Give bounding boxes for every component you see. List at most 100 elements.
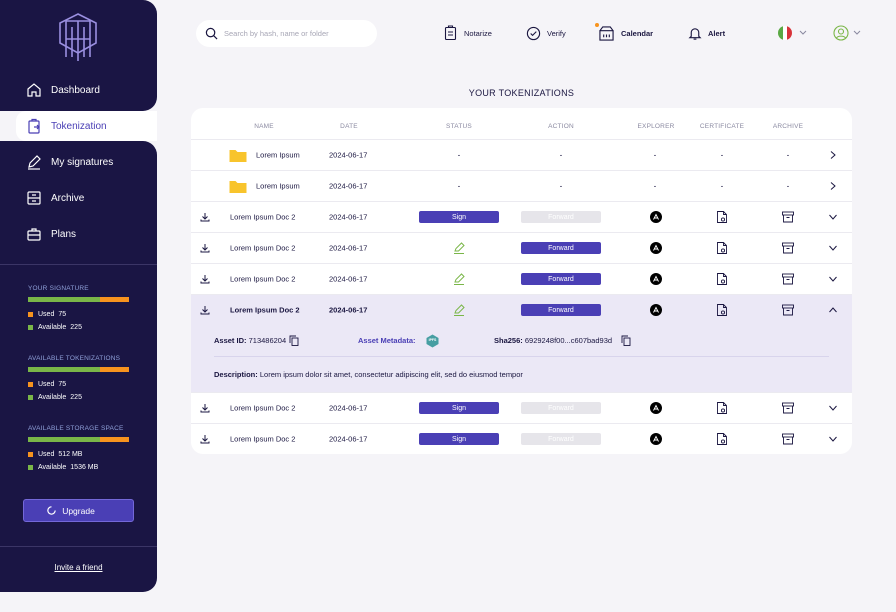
page-title: YOUR TOKENIZATIONS (468, 88, 575, 98)
sign-button[interactable]: Sign (419, 211, 499, 223)
forward-button[interactable]: Forward (521, 304, 601, 316)
asset-metadata-label: Asset Metadata: (358, 336, 416, 345)
refresh-icon (47, 506, 56, 515)
archive-box-icon[interactable] (782, 242, 794, 254)
legend-available: Available 225 (28, 392, 138, 402)
nav-my-signatures[interactable]: My signatures (0, 147, 157, 177)
download-icon[interactable] (200, 243, 210, 253)
verify-button[interactable]: Verify (526, 24, 566, 42)
explorer-icon[interactable] (650, 242, 662, 254)
download-icon[interactable] (200, 434, 210, 444)
row-name: Lorem Ipsum (256, 181, 300, 191)
briefcase-icon (27, 228, 41, 241)
app-logo[interactable] (58, 13, 98, 63)
download-icon[interactable] (200, 212, 210, 222)
certificate-icon[interactable] (717, 304, 728, 317)
certificate-icon[interactable] (717, 242, 728, 255)
col-header-name: NAME (254, 123, 274, 130)
row-status: - (457, 150, 461, 160)
language-flag-icon[interactable] (778, 26, 792, 40)
archive-box-icon[interactable] (782, 433, 794, 445)
notarize-button[interactable]: Notarize (444, 24, 492, 42)
calendar-icon (599, 25, 614, 41)
col-header-status: STATUS (446, 123, 472, 130)
archive-box-icon[interactable] (782, 304, 794, 316)
explorer-icon[interactable] (650, 273, 662, 285)
row-explorer: - (653, 150, 657, 160)
signed-pen-icon (454, 273, 465, 285)
bell-icon (688, 27, 702, 40)
chevron-down-icon[interactable] (853, 30, 861, 36)
sidebar: Dashboard Tokenization My signatures Arc… (0, 0, 157, 592)
notification-dot (595, 23, 599, 27)
table-row[interactable]: Lorem Ipsum 2024-06-17 - - - - - (191, 139, 852, 170)
forward-button[interactable]: Forward (521, 273, 601, 285)
search-input[interactable] (224, 26, 369, 41)
usage-bar (28, 297, 129, 302)
chevron-down-icon[interactable] (829, 405, 838, 411)
chevron-down-icon[interactable] (829, 214, 838, 220)
certificate-icon[interactable] (717, 211, 728, 224)
archive-box-icon[interactable] (782, 211, 794, 223)
col-header-date: DATE (340, 123, 358, 130)
chevron-down-icon[interactable] (799, 30, 807, 36)
table-row-expanded[interactable]: Lorem Ipsum Doc 2 2024-06-17 Forward (191, 294, 852, 325)
nav-my-signatures-label: My signatures (51, 156, 114, 168)
tokenization-icon (28, 118, 40, 134)
upgrade-button[interactable]: Upgrade (23, 499, 134, 522)
sign-button[interactable]: Sign (419, 402, 499, 414)
table-row[interactable]: Lorem Ipsum Doc 2 2024-06-17 Forward (191, 232, 852, 263)
chevron-down-icon[interactable] (829, 245, 838, 251)
ipfs-badge-label: IPFS (428, 338, 437, 342)
search-bar[interactable] (196, 20, 377, 47)
verify-label: Verify (547, 28, 566, 38)
calendar-button[interactable]: Calendar (595, 23, 654, 42)
explorer-icon[interactable] (650, 402, 662, 414)
archive-box-icon[interactable] (782, 273, 794, 285)
row-date: 2024-06-17 (329, 150, 368, 160)
signed-pen-icon (454, 242, 465, 254)
certificate-icon[interactable] (717, 402, 728, 415)
explorer-icon[interactable] (650, 304, 662, 316)
download-icon[interactable] (200, 274, 210, 284)
chevron-right-icon[interactable] (830, 151, 836, 160)
forward-button[interactable]: Forward (521, 242, 601, 254)
description: Description: Lorem ipsum dolor sit amet,… (214, 370, 523, 379)
col-header-certificate: CERTIFICATE (699, 123, 745, 130)
invite-friend-link[interactable]: Invite a friend (0, 563, 157, 572)
copy-icon[interactable] (621, 335, 631, 346)
sign-button[interactable]: Sign (419, 433, 499, 445)
download-icon[interactable] (200, 403, 210, 413)
table-row[interactable]: Lorem Ipsum Doc 2 2024-06-17 Forward (191, 263, 852, 294)
table-row[interactable]: Lorem Ipsum Doc 2 2024-06-17 Sign Forwar… (191, 423, 852, 454)
copy-icon[interactable] (289, 335, 299, 346)
folder-icon (229, 181, 247, 193)
table-row[interactable]: Lorem Ipsum Doc 2 2024-06-17 Sign Forwar… (191, 392, 852, 423)
chevron-down-icon[interactable] (829, 436, 838, 442)
chevron-up-icon[interactable] (829, 307, 838, 313)
table-row[interactable]: Lorem Ipsum 2024-06-17 - - - - - (191, 170, 852, 201)
explorer-icon[interactable] (650, 433, 662, 445)
explorer-icon[interactable] (650, 211, 662, 223)
chevron-right-icon[interactable] (830, 182, 836, 191)
archive-box-icon[interactable] (782, 402, 794, 414)
stat-signature: YOUR SIGNATURE Used 75 Available 225 (28, 285, 138, 332)
nav-dashboard-label: Dashboard (51, 84, 100, 96)
nav-archive[interactable]: Archive (0, 183, 157, 213)
sidebar-divider (0, 546, 157, 547)
row-name: Lorem Ipsum Doc 2 (230, 243, 296, 253)
row-explorer: - (653, 181, 657, 191)
row-action: - (559, 150, 563, 160)
alert-button[interactable]: Alert (688, 24, 725, 42)
nav-dashboard[interactable]: Dashboard (0, 75, 157, 105)
nav-plans[interactable]: Plans (0, 219, 157, 249)
nav-tokenization[interactable]: Tokenization (16, 111, 157, 141)
user-avatar-icon[interactable] (833, 25, 849, 41)
chevron-down-icon[interactable] (829, 276, 838, 282)
table-row[interactable]: Lorem Ipsum Doc 2 2024-06-17 Sign Forwar… (191, 201, 852, 232)
download-icon[interactable] (200, 305, 210, 315)
certificate-icon[interactable] (717, 273, 728, 286)
tokenizations-table: NAME DATE STATUS ACTION EXPLORER CERTIFI… (191, 108, 852, 454)
calendar-label: Calendar (621, 28, 654, 38)
certificate-icon[interactable] (717, 433, 728, 446)
